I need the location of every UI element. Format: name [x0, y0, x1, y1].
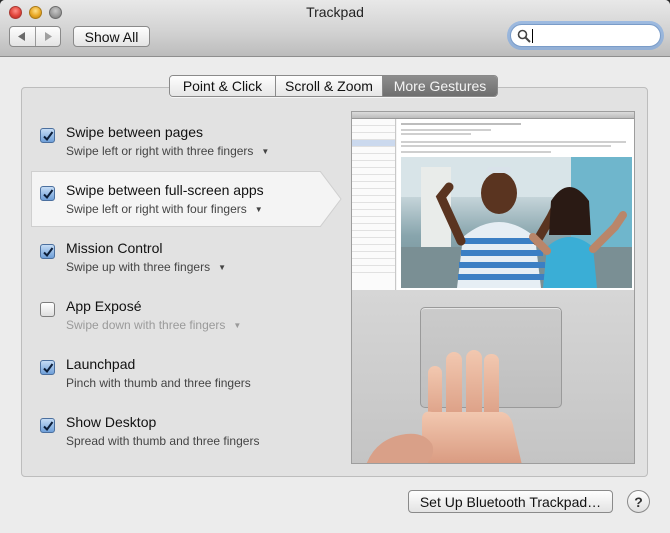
dropdown-arrow-icon: ▼: [233, 320, 242, 330]
tab-point-click[interactable]: Point & Click: [170, 76, 275, 96]
checkmark-icon: [42, 130, 53, 141]
checkmark-icon: [42, 188, 53, 199]
gesture-subtitle: Swipe left or right with four fingers: [66, 202, 247, 216]
gesture-title: Swipe between pages: [66, 124, 203, 140]
gesture-show-desktop[interactable]: Show Desktop Spread with thumb and three…: [40, 414, 330, 464]
checkbox[interactable]: [40, 418, 55, 433]
back-button[interactable]: [10, 27, 35, 46]
preview-mail-toolbar: [352, 112, 634, 119]
checkbox[interactable]: [40, 360, 55, 375]
back-forward-control: [9, 26, 61, 47]
preview-mail-window: [352, 112, 634, 290]
gesture-title: App Exposé: [66, 298, 142, 314]
dropdown-arrow-icon[interactable]: ▼: [218, 263, 226, 272]
preview-photo: [401, 157, 632, 288]
gesture-subtitle: Pinch with thumb and three fingers: [66, 376, 251, 390]
gesture-swipe-full-screen-apps[interactable]: Swipe between full-screen apps Swipe lef…: [40, 182, 330, 232]
gesture-title: Launchpad: [66, 356, 136, 372]
help-button[interactable]: ?: [627, 490, 650, 513]
back-arrow-icon: [18, 32, 26, 41]
forward-button[interactable]: [34, 27, 61, 46]
preview-trackpad-area: [352, 290, 634, 463]
window-toolbar: Trackpad Show All: [0, 0, 670, 57]
search-icon: [517, 29, 531, 43]
gesture-option-menu[interactable]: Swipe left or right with four fingers ▼: [66, 202, 263, 216]
checkbox[interactable]: [40, 128, 55, 143]
gesture-mission-control[interactable]: Mission Control Swipe up with three fing…: [40, 240, 330, 290]
checkbox[interactable]: [40, 302, 55, 317]
checkmark-icon: [42, 362, 53, 373]
trackpad-preferences-window: Trackpad Show All Point & Click Scroll &…: [0, 0, 670, 533]
gesture-subtitle: Swipe left or right with three fingers: [66, 144, 254, 158]
gesture-preview-video: [351, 111, 635, 464]
preview-hand-icon: [422, 350, 522, 463]
checkmark-icon: [42, 246, 53, 257]
dropdown-arrow-icon[interactable]: ▼: [261, 147, 269, 156]
checkbox[interactable]: [40, 186, 55, 201]
gesture-option-menu[interactable]: Swipe left or right with three fingers ▼: [66, 144, 269, 158]
tab-scroll-zoom[interactable]: Scroll & Zoom: [275, 76, 382, 96]
gesture-title: Swipe between full-screen apps: [66, 182, 264, 198]
gesture-option-menu: Swipe down with three fingers ▼: [66, 318, 241, 332]
gesture-title: Show Desktop: [66, 414, 157, 430]
setup-bluetooth-trackpad-button[interactable]: Set Up Bluetooth Trackpad…: [408, 490, 613, 513]
tab-more-gestures[interactable]: More Gestures: [382, 76, 497, 96]
gesture-swipe-between-pages[interactable]: Swipe between pages Swipe left or right …: [40, 124, 330, 174]
gesture-launchpad[interactable]: Launchpad Pinch with thumb and three fin…: [40, 356, 330, 406]
preview-message-list: [352, 119, 396, 290]
search-field[interactable]: [510, 24, 661, 47]
pane-tabs: Point & Click Scroll & Zoom More Gesture…: [169, 75, 498, 97]
gesture-option-menu[interactable]: Swipe up with three fingers ▼: [66, 260, 226, 274]
preview-thumb-icon: [366, 433, 434, 463]
preview-message-body: [397, 119, 634, 290]
show-all-button[interactable]: Show All: [73, 26, 150, 47]
gesture-subtitle: Swipe up with three fingers: [66, 260, 211, 274]
gesture-subtitle: Spread with thumb and three fingers: [66, 434, 260, 448]
gesture-title: Mission Control: [66, 240, 163, 256]
gesture-subtitle: Swipe down with three fingers: [66, 318, 226, 332]
checkbox[interactable]: [40, 244, 55, 259]
forward-arrow-icon: [44, 32, 52, 41]
gesture-app-expose[interactable]: App Exposé Swipe down with three fingers…: [40, 298, 330, 348]
checkmark-icon: [42, 420, 53, 431]
text-cursor: [532, 29, 533, 43]
window-title: Trackpad: [306, 4, 364, 20]
dropdown-arrow-icon[interactable]: ▼: [255, 205, 263, 214]
